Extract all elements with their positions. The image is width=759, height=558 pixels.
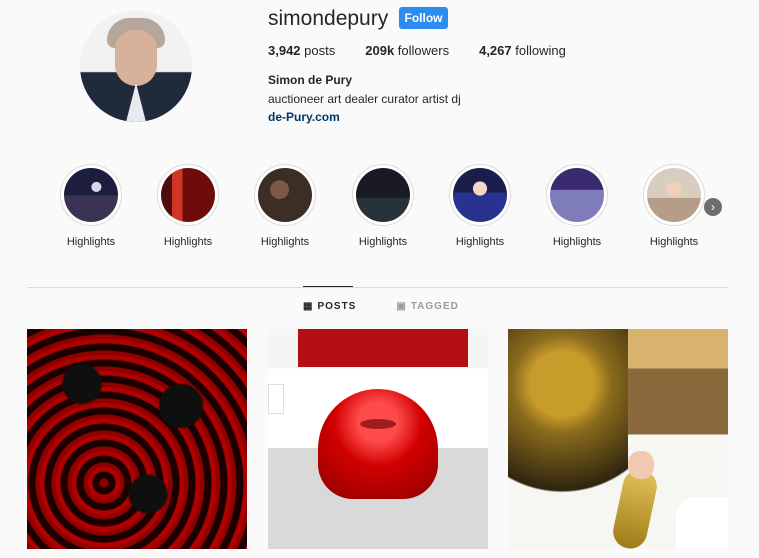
highlight-item[interactable]: Highlights: [643, 164, 705, 248]
highlight-item[interactable]: Highlights: [352, 164, 414, 248]
active-tab-indicator: [303, 286, 353, 287]
highlight-item[interactable]: Highlights: [157, 164, 219, 248]
profile-tabs: ▦ POSTS ▣ TAGGED: [303, 301, 459, 312]
post-tile[interactable]: [268, 329, 488, 549]
highlight-thumbnail: [356, 168, 410, 222]
horse-sculpture: [508, 329, 628, 549]
followers-label: followers: [397, 43, 450, 58]
chevron-right-icon[interactable]: ›: [704, 198, 722, 216]
post-sign: [268, 384, 284, 414]
tab-label: TAGGED: [410, 301, 459, 312]
highlight-ring: [60, 164, 122, 226]
posts-stat: 3,942 posts: [268, 43, 335, 58]
posts-label: posts: [304, 43, 336, 58]
highlight-ring: [643, 164, 705, 226]
profile-link[interactable]: de-Pury.com: [268, 110, 340, 124]
following-stat[interactable]: 4,267 following: [479, 43, 566, 58]
post-background: [298, 329, 468, 367]
avatar-face: [115, 30, 157, 86]
profile-name: Simon de Pury: [268, 73, 353, 87]
content-divider: [27, 287, 728, 288]
followers-stat[interactable]: 209k followers: [365, 43, 449, 58]
highlight-thumbnail: [453, 168, 507, 222]
follow-button[interactable]: Follow: [399, 7, 448, 29]
highlight-thumbnail: [161, 168, 215, 222]
following-label: following: [515, 43, 566, 58]
post-tile[interactable]: [508, 329, 728, 549]
sleeve: [676, 497, 728, 549]
highlight-item[interactable]: Highlights: [254, 164, 316, 248]
highlight-item[interactable]: Highlights: [546, 164, 608, 248]
highlight-thumbnail: [64, 168, 118, 222]
highlight-thumbnail: [550, 168, 604, 222]
grid-icon: ▦: [303, 301, 314, 312]
highlight-ring: [254, 164, 316, 226]
highlight-thumbnail: [258, 168, 312, 222]
followers-count: 209k: [365, 43, 395, 58]
posts-count: 3,942: [268, 43, 301, 58]
highlight-thumbnail: [647, 168, 701, 222]
profile-username: simondepury: [268, 7, 389, 30]
covered-car: [318, 389, 438, 499]
tab-tagged[interactable]: ▣ TAGGED: [396, 301, 459, 312]
highlight-ring: [157, 164, 219, 226]
tab-posts[interactable]: ▦ POSTS: [303, 301, 356, 312]
following-count: 4,267: [479, 43, 512, 58]
highlight-label: Highlights: [66, 236, 116, 248]
hand: [628, 451, 654, 479]
tag-icon: ▣: [396, 301, 407, 312]
highlight-label: Highlights: [552, 236, 602, 248]
avatar-shirt: [126, 83, 146, 122]
tab-label: POSTS: [317, 301, 357, 312]
highlight-ring: [546, 164, 608, 226]
highlight-label: Highlights: [260, 236, 310, 248]
highlight-ring: [352, 164, 414, 226]
profile-bio: auctioneer art dealer curator artist dj: [268, 92, 461, 106]
avatar: [80, 10, 192, 122]
highlight-ring: [449, 164, 511, 226]
highlight-label: Highlights: [455, 236, 505, 248]
highlight-item[interactable]: Highlights: [60, 164, 122, 248]
posts-grid: [27, 329, 728, 549]
highlight-label: Highlights: [163, 236, 213, 248]
highlight-label: Highlights: [649, 236, 699, 248]
highlights-row: Highlights Highlights Highlights Highlig…: [60, 164, 740, 250]
profile-stats: 3,942 posts 209k followers 4,267 followi…: [268, 43, 596, 58]
highlight-item[interactable]: Highlights: [449, 164, 511, 248]
highlight-label: Highlights: [358, 236, 408, 248]
post-tile[interactable]: [27, 329, 247, 549]
